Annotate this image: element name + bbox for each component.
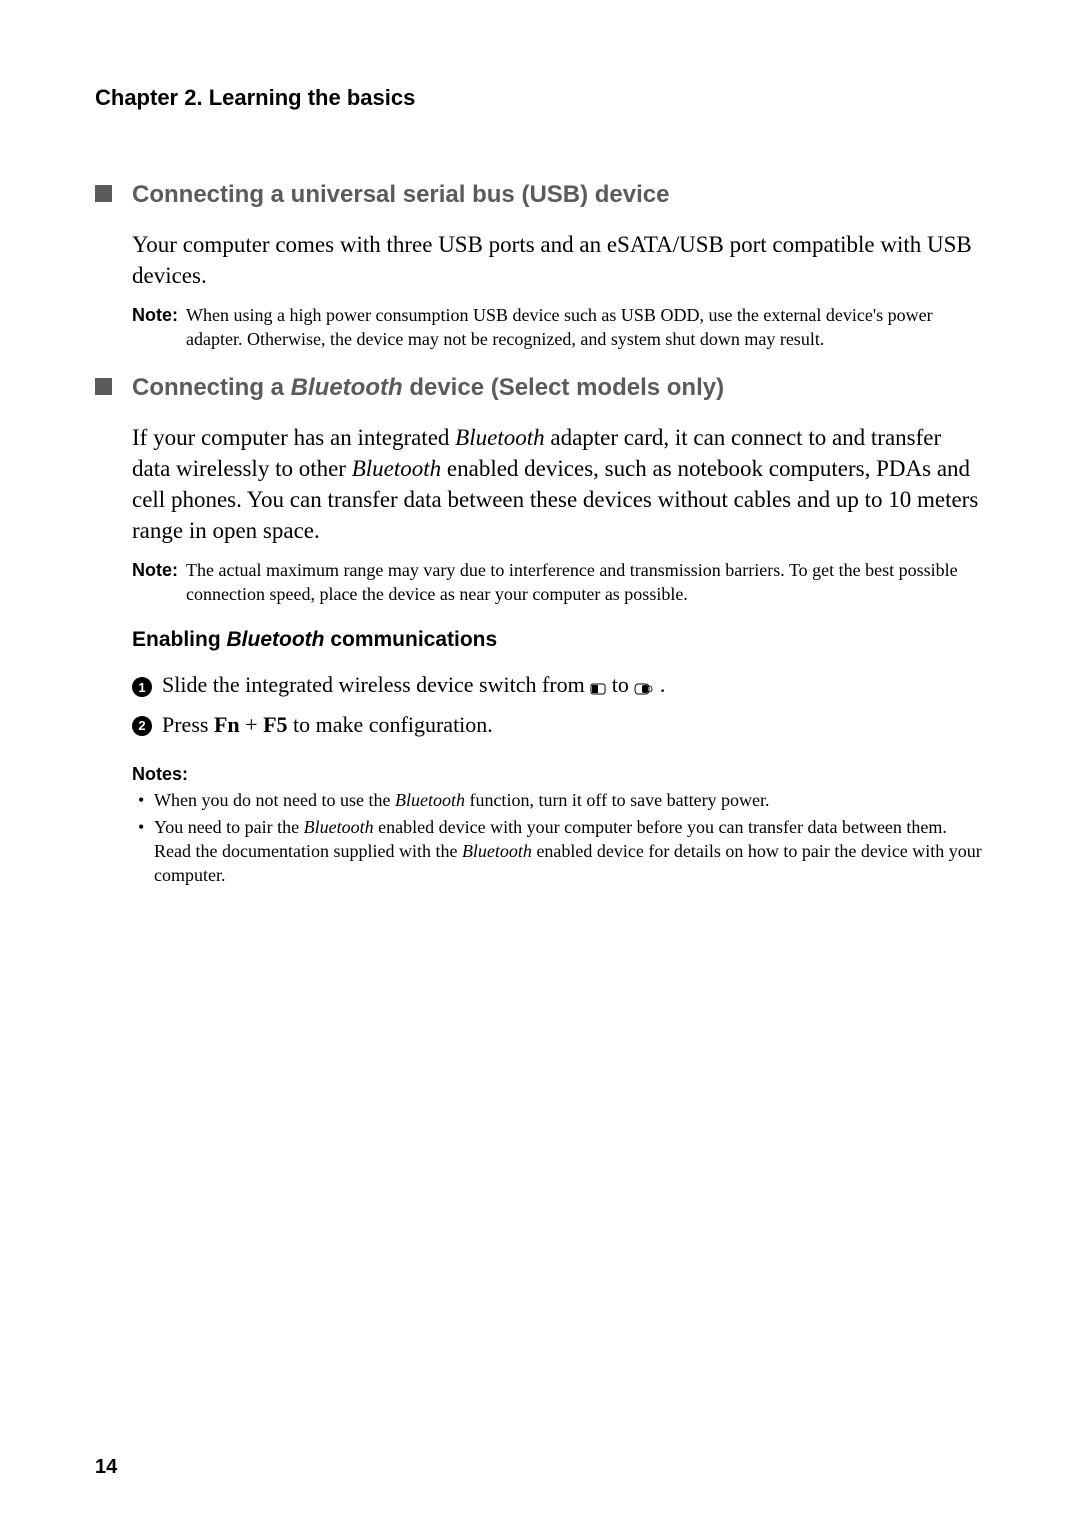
switch-off-icon <box>590 673 606 703</box>
note-block: Note: The actual maximum range may vary … <box>132 558 985 607</box>
step-text: Press Fn + F5 to make configuration. <box>162 710 985 740</box>
notes-list: When you do not need to use the Bluetoot… <box>132 788 985 887</box>
title-part: Enabling <box>132 628 227 651</box>
body-text: Your computer comes with three USB ports… <box>132 229 985 291</box>
text-italic: Bluetooth <box>395 790 465 810</box>
section-title: Connecting a Bluetooth device (Select mo… <box>132 374 724 402</box>
notes-item: When you do not need to use the Bluetoot… <box>132 788 985 812</box>
key-fn: Fn <box>214 712 240 737</box>
bullet-icon <box>95 185 112 202</box>
note-label: Note: <box>132 303 178 352</box>
chapter-title: Chapter 2. Learning the basics <box>95 85 985 111</box>
text-part: function, turn it off to save battery po… <box>465 790 770 810</box>
section-heading: Connecting a Bluetooth device (Select mo… <box>95 374 985 402</box>
note-text: The actual maximum range may vary due to… <box>186 558 985 607</box>
title-part: communications <box>324 628 497 651</box>
subsection-title: Enabling Bluetooth communications <box>132 628 985 652</box>
section-heading: Connecting a universal serial bus (USB) … <box>95 181 985 209</box>
text-part: Press <box>162 712 214 737</box>
section-bluetooth: Connecting a Bluetooth device (Select mo… <box>95 374 985 607</box>
step-list: 1 Slide the integrated wireless device s… <box>132 670 985 739</box>
notes-item: You need to pair the Bluetooth enabled d… <box>132 815 985 888</box>
note-label: Note: <box>132 558 178 607</box>
step-item: 2 Press Fn + F5 to make configuration. <box>132 710 985 740</box>
step-item: 1 Slide the integrated wireless device s… <box>132 670 985 702</box>
step-badge-2: 2 <box>132 716 152 736</box>
section-title: Connecting a universal serial bus (USB) … <box>132 181 670 209</box>
text-part: to make configuration. <box>288 712 493 737</box>
text-italic: Bluetooth <box>304 817 374 837</box>
title-italic: Bluetooth <box>291 374 403 401</box>
body-text: If your computer has an integrated Bluet… <box>132 422 985 546</box>
step-badge-1: 1 <box>132 677 152 697</box>
title-italic: Bluetooth <box>227 628 325 651</box>
switch-on-icon <box>634 673 654 703</box>
text-part: You need to pair the <box>154 817 304 837</box>
notes-heading: Notes: <box>132 762 985 786</box>
title-part: device (Select models only) <box>403 374 724 401</box>
text-part: If your computer has an integrated <box>132 425 455 450</box>
note-block: Note: When using a high power consumptio… <box>132 303 985 352</box>
notes-section: Notes: When you do not need to use the B… <box>132 762 985 887</box>
text-part: . <box>660 672 666 697</box>
text-part: Slide the integrated wireless device swi… <box>162 672 590 697</box>
text-part: + <box>240 712 263 737</box>
note-text: When using a high power consumption USB … <box>186 303 985 352</box>
section-usb: Connecting a universal serial bus (USB) … <box>95 181 985 352</box>
text-italic: Bluetooth <box>455 425 544 450</box>
text-italic: Bluetooth <box>352 456 441 481</box>
text-part: to <box>612 672 635 697</box>
step-text: Slide the integrated wireless device swi… <box>162 670 985 702</box>
title-part: Connecting a <box>132 374 291 401</box>
page-number: 14 <box>95 1456 117 1479</box>
key-f5: F5 <box>263 712 287 737</box>
bullet-icon <box>95 378 112 395</box>
text-italic: Bluetooth <box>462 841 532 861</box>
text-part: When you do not need to use the <box>154 790 395 810</box>
